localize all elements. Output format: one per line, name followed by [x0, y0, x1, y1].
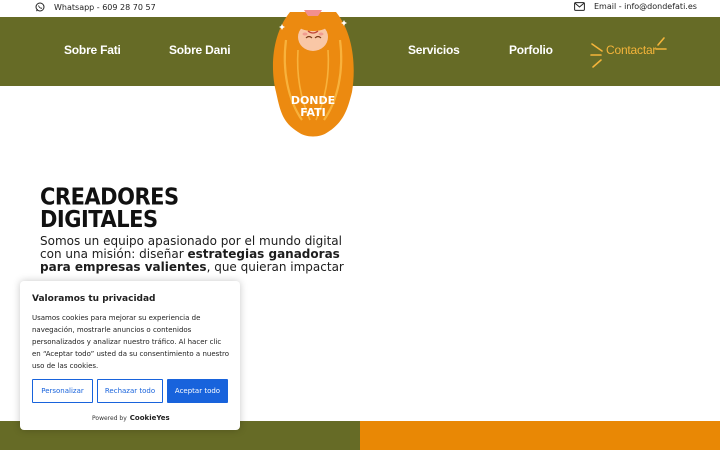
nav-sobre-dani[interactable]: Sobre Dani — [169, 43, 231, 57]
cookie-consent-dialog: Valoramos tu privacidad Usamos cookies p… — [20, 281, 240, 430]
hero-title-line1: CREADORES — [40, 183, 179, 210]
mail-icon — [574, 2, 585, 11]
email-text: Email - info@dondefati.es — [594, 2, 697, 11]
nav-sobre-fati[interactable]: Sobre Fati — [64, 43, 121, 57]
accept-all-button[interactable]: Aceptar todo — [167, 379, 228, 403]
logo-text-line2: FATI — [300, 106, 326, 119]
reject-all-button[interactable]: Rechazar todo — [97, 379, 163, 403]
cookieyes-brand[interactable]: CookieYes — [130, 414, 170, 422]
sparkle-left-icon — [590, 43, 603, 68]
whatsapp-text: Whatsapp - 609 28 70 57 — [54, 2, 156, 12]
hero-text-part2: , que quieran impactar — [206, 260, 344, 274]
email-contact[interactable]: Email - info@dondefati.es — [574, 2, 697, 11]
donde-fati-logo[interactable]: DONDE FATI — [268, 10, 358, 140]
cookie-description: Usamos cookies para mejorar su experienc… — [32, 314, 230, 370]
whatsapp-icon — [35, 2, 45, 12]
site-header: Sobre Fati Sobre Dani Servicios Porfolio… — [0, 17, 720, 86]
powered-by-text: Powered by — [92, 414, 127, 422]
nav-servicios[interactable]: Servicios — [408, 43, 460, 57]
hero-title: CREADORES DIGITALES — [40, 183, 240, 233]
customize-button[interactable]: Personalizar — [32, 379, 93, 403]
powered-by: Powered by CookieYes — [92, 414, 170, 422]
section-band-orange — [360, 421, 720, 450]
nav-contactar[interactable]: Contactar — [606, 43, 656, 57]
hero-title-line2: DIGITALES — [40, 206, 158, 233]
cookie-title: Valoramos tu privacidad — [32, 294, 156, 304]
contact-bar: Whatsapp - 609 28 70 57 Email - info@don… — [0, 0, 720, 17]
sparkle-right-icon — [655, 37, 667, 50]
whatsapp-contact[interactable]: Whatsapp - 609 28 70 57 — [35, 2, 156, 12]
hero-text: Somos un equipo apasionado por el mundo … — [40, 235, 360, 274]
nav-porfolio[interactable]: Porfolio — [509, 43, 553, 57]
